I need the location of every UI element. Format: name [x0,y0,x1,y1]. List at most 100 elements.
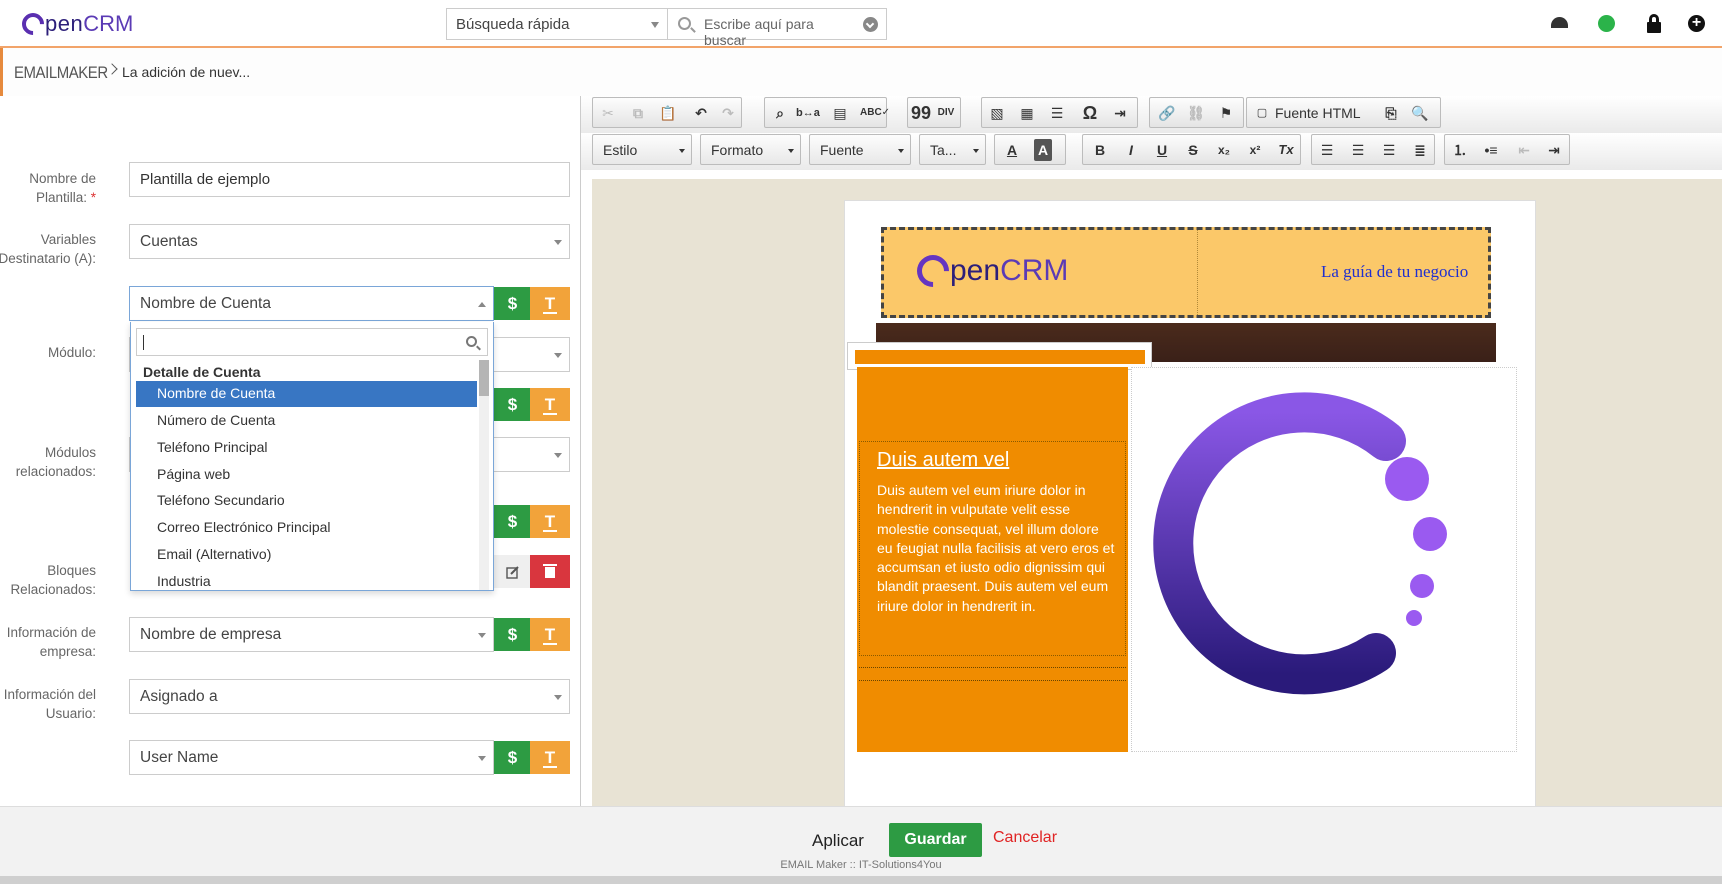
search-options-icon[interactable] [863,17,878,32]
remove-format-icon[interactable]: Tx [1275,139,1297,161]
align-justify-icon[interactable]: ≣ [1409,139,1431,161]
quick-create-icon[interactable] [1687,14,1707,34]
whatsapp-icon[interactable] [1597,14,1617,34]
underline-icon[interactable]: U [1151,139,1173,161]
bullet-list-icon[interactable]: •≡ [1480,139,1502,161]
cancel-link[interactable]: Cancelar [993,829,1057,847]
unlink-icon[interactable]: ⛓ [1185,102,1207,124]
copy-icon[interactable]: ⧉ [627,102,649,124]
superscript-icon[interactable]: x² [1244,139,1266,161]
image-icon[interactable]: ▧ [986,102,1008,124]
insert-variable-button[interactable]: $ [494,287,531,320]
bold-icon[interactable]: B [1089,139,1111,161]
email-header-band[interactable]: pen CRM La guía de tu negocio [881,227,1491,318]
font-combo[interactable]: Fuente [809,134,911,165]
user-field-select[interactable]: User Name [129,740,494,775]
dropdown-option[interactable]: Nombre de Cuenta [136,381,477,407]
account-field-dropdown: Detalle de Cuenta Nombre de Cuenta Númer… [130,322,494,591]
insert-user-variable-button[interactable]: $ [494,741,531,774]
undo-icon[interactable]: ↶ [690,102,712,124]
cut-icon[interactable]: ✂ [597,102,619,124]
table-icon[interactable]: ▦ [1016,102,1038,124]
company-info-select[interactable]: Nombre de empresa [129,617,494,652]
delete-block-button[interactable] [530,555,570,588]
email-column-heading[interactable]: Duis autem vel [877,449,1009,472]
edit-block-button[interactable] [494,555,531,588]
insert-related-variable-button[interactable]: $ [494,505,531,538]
email-right-column[interactable] [1131,367,1517,752]
dashboard-icon[interactable] [1550,14,1570,34]
chevron-down-icon [898,149,904,153]
link-icon[interactable]: 🔗 [1156,102,1178,124]
apply-button[interactable]: Aplicar [812,831,864,851]
save-button[interactable]: Guardar [889,823,982,857]
insert-company-variable-button[interactable]: $ [494,618,531,651]
dropdown-option[interactable]: Teléfono Principal [136,435,477,461]
find-icon[interactable]: ⌕ [769,102,791,124]
search-icon[interactable] [678,17,691,30]
html-source-button[interactable]: Fuente HTML [1275,105,1361,121]
subscript-icon[interactable]: x₂ [1213,139,1235,161]
indent-icon[interactable]: ⇥ [1543,139,1565,161]
email-logo-prefix: pen [950,254,1001,287]
dropdown-scrollbar[interactable] [479,360,489,590]
italic-icon[interactable]: I [1120,139,1142,161]
breadcrumb-module[interactable]: EMAILMAKER [14,63,108,83]
account-field-select[interactable]: Nombre de Cuenta [129,286,494,321]
insert-module-variable-button[interactable]: $ [494,388,531,421]
insert-user-label-button[interactable]: T [530,741,570,774]
user-info-select[interactable]: Asignado a [129,679,570,714]
dropdown-option[interactable]: Correo Electrónico Principal [136,515,477,541]
insert-related-label-button[interactable]: T [530,505,570,538]
redo-icon[interactable]: ↷ [717,102,739,124]
font-combo-label: Fuente [820,142,864,158]
quick-search-input[interactable]: Escribe aquí para buscar [667,8,887,48]
source-icon[interactable]: ▢ [1251,102,1273,124]
special-char-icon[interactable]: Ω [1079,102,1101,124]
email-tagline[interactable]: La guía de tu negocio [1321,262,1468,282]
lock-icon[interactable] [1644,14,1664,34]
template-icon[interactable]: ⎘ [1380,102,1402,124]
dropdown-option[interactable]: Página web [136,462,477,488]
strike-icon[interactable]: S [1182,139,1204,161]
insert-company-label-button[interactable]: T [530,618,570,651]
quick-search-scope-select[interactable]: Búsqueda rápida [446,8,667,40]
align-right-icon[interactable]: ☰ [1378,139,1400,161]
email-body[interactable]: pen CRM La guía de tu negocio Duis autem… [845,201,1535,806]
template-name-label: Nombre de Plantilla: * [0,169,96,207]
dropdown-option[interactable]: Email (Alternativo) [136,542,477,568]
dropdown-search-input[interactable] [136,328,488,356]
style-combo[interactable]: Estilo [592,134,692,165]
background-color-icon[interactable]: A [1034,139,1052,161]
dropdown-option[interactable]: Número de Cuenta [136,408,477,434]
pagebreak-icon[interactable]: ⇥ [1109,102,1131,124]
editor-canvas[interactable]: pen CRM La guía de tu negocio Duis autem… [592,179,1722,806]
outdent-icon[interactable]: ⇤ [1513,139,1535,161]
align-center-icon[interactable]: ☰ [1347,139,1369,161]
paste-icon[interactable]: 📋 [657,102,679,124]
replace-icon[interactable]: b↔a [796,102,820,124]
opencrm-logo[interactable]: pen CRM [17,8,133,40]
template-name-input[interactable]: Plantilla de ejemplo [129,162,570,197]
blockquote-icon[interactable]: 99 [910,102,932,124]
recipient-vars-value: Cuentas [140,233,198,250]
size-combo[interactable]: Ta... [919,134,986,165]
insert-label-button[interactable]: T [530,287,570,320]
divider [859,667,1126,668]
align-left-icon[interactable]: ☰ [1316,139,1338,161]
spellcheck-icon[interactable]: ABC✓ [860,102,890,124]
insert-module-label-button[interactable]: T [530,388,570,421]
dropdown-option[interactable]: Teléfono Secundario [136,488,477,514]
select-all-icon[interactable]: ▤ [829,102,851,124]
email-left-column[interactable]: Duis autem vel Duis autem vel eum iriure… [857,367,1128,752]
anchor-flag-icon[interactable]: ⚑ [1215,102,1237,124]
text-color-icon[interactable]: A [1001,139,1023,161]
div-container-icon[interactable]: DIV [935,102,957,124]
preview-icon[interactable]: 🔍 [1409,102,1431,124]
recipient-vars-select[interactable]: Cuentas [129,224,570,259]
format-combo[interactable]: Formato [700,134,801,165]
horizontal-rule-icon[interactable]: ☰ [1046,102,1068,124]
email-column-text[interactable]: Duis autem vel eum iriure dolor in hendr… [877,481,1117,616]
numbered-list-icon[interactable]: ⒈ [1449,139,1471,161]
dropdown-option[interactable]: Industria [136,569,477,590]
